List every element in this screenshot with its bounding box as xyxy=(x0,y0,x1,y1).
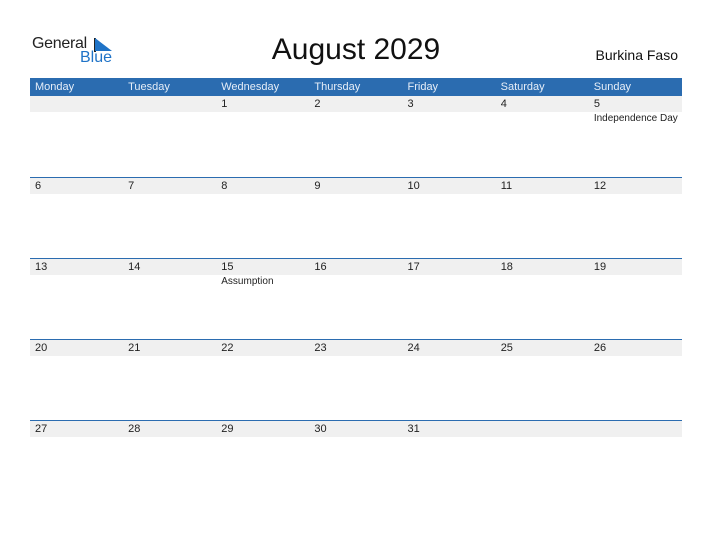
day-cell: 30 xyxy=(309,421,402,502)
day-number: 21 xyxy=(128,342,141,354)
day-cell: 23 xyxy=(309,340,402,421)
week-row: 27 28 29 30 31 xyxy=(30,420,682,502)
day-cell: 26 xyxy=(589,340,682,421)
day-number: 17 xyxy=(407,261,420,273)
day-cell: 15 Assumption xyxy=(216,259,309,340)
day-number: 4 xyxy=(500,98,507,110)
day-cell: 11 xyxy=(496,178,589,259)
day-cell xyxy=(496,421,589,502)
weekday-saturday: Saturday xyxy=(500,81,545,93)
day-number: 27 xyxy=(35,423,48,435)
day-number: 19 xyxy=(593,261,607,273)
day-cell: 17 xyxy=(403,259,496,340)
holiday-label: Independence Day xyxy=(593,113,678,124)
weekday-tuesday: Tuesday xyxy=(128,81,170,93)
day-number: 30 xyxy=(314,423,327,435)
day-number: 16 xyxy=(314,261,327,273)
day-number: 20 xyxy=(35,342,48,354)
day-cell: 31 xyxy=(403,421,496,502)
day-number: 10 xyxy=(407,180,420,192)
day-cell: 9 xyxy=(309,178,402,259)
day-cell: 16 xyxy=(309,259,402,340)
day-number: 11 xyxy=(500,180,513,192)
weekday-friday: Friday xyxy=(407,81,439,93)
day-number: 24 xyxy=(407,342,420,354)
day-cell: 19 xyxy=(589,259,682,340)
day-cell xyxy=(589,421,682,502)
day-cell: 1 xyxy=(216,96,309,177)
weekday-monday: Monday xyxy=(35,81,75,93)
day-cell: 28 xyxy=(123,421,216,502)
day-number: 5 xyxy=(593,98,600,110)
day-cell: 7 xyxy=(123,178,216,259)
day-cell: 10 xyxy=(403,178,496,259)
week-row: 6 7 8 9 10 11 12 xyxy=(30,177,682,259)
day-cell: 4 xyxy=(496,96,589,177)
weekday-sunday: Sunday xyxy=(593,81,632,93)
country-label: Burkina Faso xyxy=(595,47,678,63)
day-number: 29 xyxy=(221,423,234,435)
day-cell: 14 xyxy=(123,259,216,340)
day-cell: 2 xyxy=(309,96,402,177)
week-row: 13 14 15 Assumption 16 17 18 19 xyxy=(30,258,682,340)
day-number: 2 xyxy=(314,98,321,110)
day-cell xyxy=(123,96,216,177)
day-number: 3 xyxy=(407,98,414,110)
holiday-label: Assumption xyxy=(221,276,274,287)
day-number: 25 xyxy=(500,342,513,354)
day-number: 18 xyxy=(500,261,513,273)
day-number: 9 xyxy=(314,180,321,192)
weekday-header: Monday Tuesday Wednesday Thursday Friday… xyxy=(30,78,682,96)
day-number: 28 xyxy=(128,423,141,435)
day-cell: 3 xyxy=(403,96,496,177)
day-number: 12 xyxy=(593,180,607,192)
day-number: 31 xyxy=(407,423,420,435)
day-number: 7 xyxy=(128,180,135,192)
day-number: 23 xyxy=(314,342,327,354)
day-cell: 12 xyxy=(589,178,682,259)
day-number: 15 xyxy=(221,261,234,273)
day-cell: 29 xyxy=(216,421,309,502)
day-cell: 6 xyxy=(30,178,123,259)
day-cell: 13 xyxy=(30,259,123,340)
day-cell: 24 xyxy=(403,340,496,421)
day-cell: 18 xyxy=(496,259,589,340)
day-number: 6 xyxy=(35,180,42,192)
weekday-wednesday: Wednesday xyxy=(221,81,280,93)
day-cell: 25 xyxy=(496,340,589,421)
day-cell: 21 xyxy=(123,340,216,421)
day-cell xyxy=(30,96,123,177)
weekday-thursday: Thursday xyxy=(314,81,361,93)
day-number: 8 xyxy=(221,180,228,192)
day-cell: 8 xyxy=(216,178,309,259)
day-number: 1 xyxy=(221,98,228,110)
week-row: 1 2 3 4 5 Independence Day xyxy=(30,96,682,177)
day-cell: 5 Independence Day xyxy=(589,96,682,177)
day-number: 14 xyxy=(128,261,141,273)
day-cell: 27 xyxy=(30,421,123,502)
day-number: 26 xyxy=(593,342,607,354)
day-cell: 22 xyxy=(216,340,309,421)
week-row: 20 21 22 23 24 25 26 xyxy=(30,339,682,421)
day-cell: 20 xyxy=(30,340,123,421)
day-number: 13 xyxy=(35,261,48,273)
day-number: 22 xyxy=(221,342,234,354)
